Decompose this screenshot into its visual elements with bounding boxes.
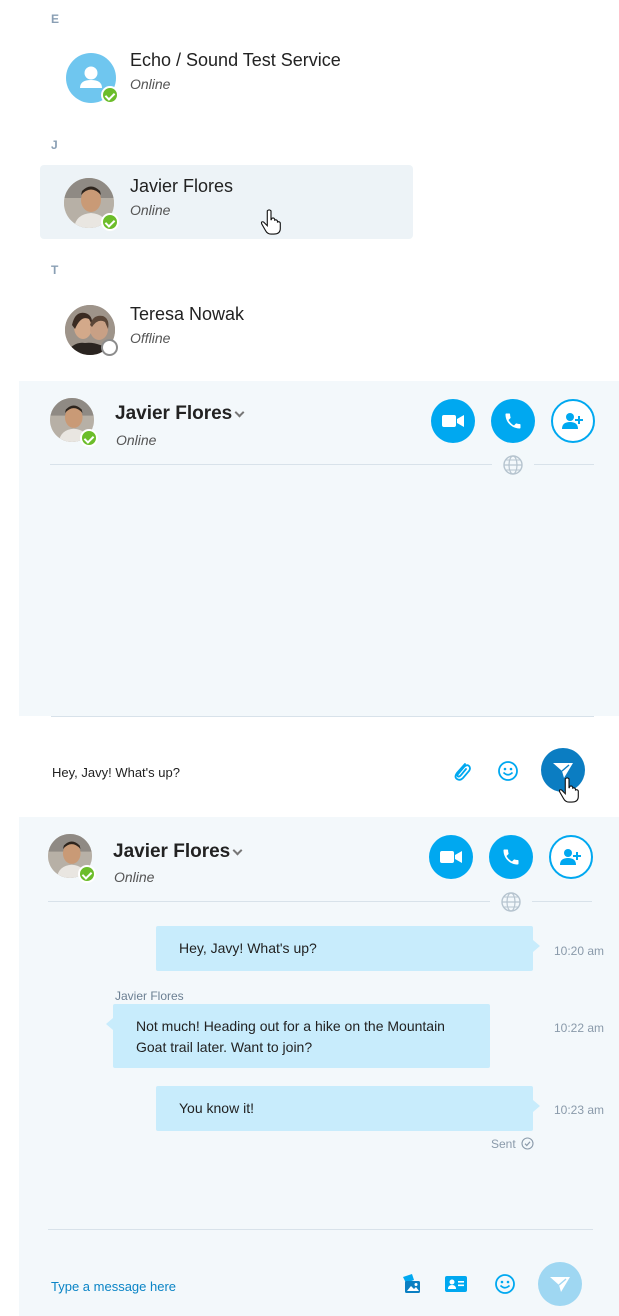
message-bubble-outgoing[interactable]: You know it! [156,1086,540,1131]
contact-name: Javier Flores [130,176,234,196]
message-text: Not much! Heading out for a hike on the … [136,1018,445,1055]
video-camera-icon [440,851,462,863]
sent-check-icon [521,1137,534,1150]
message-time: 10:23 am [554,1103,605,1117]
attach-file-button[interactable] [450,759,474,783]
add-people-button[interactable] [549,835,593,879]
paperclip-icon [454,763,471,781]
contact-item-teresa-nowak[interactable]: Teresa Nowak Offline [40,291,413,365]
emoji-button[interactable] [496,759,520,783]
chat-panel-composing: Javier Flores Online [19,381,619,716]
phone-icon [505,413,521,429]
message-time: 10:22 am [554,1021,605,1035]
contact-item-echo[interactable]: Echo / Sound Test Service Online [40,41,413,115]
add-person-icon [560,849,581,865]
audio-call-button[interactable] [491,399,535,443]
online-check-icon [101,213,119,231]
message-text: You know it! [179,1100,254,1116]
video-call-button[interactable] [431,399,475,443]
chevron-down-icon[interactable] [232,845,243,856]
compose-divider [48,1229,593,1230]
hand-pointer-icon [558,777,579,803]
phone-icon [503,849,519,865]
section-header-j: J [51,138,58,152]
send-icon [550,1277,570,1292]
section-header-t: T [51,263,59,277]
hand-pointer-icon [260,209,281,235]
online-check-icon [101,86,119,104]
image-share-icon [403,1274,420,1293]
chat-contact-name[interactable]: Javier Flores [113,841,230,863]
smiley-icon [498,761,518,781]
header-divider-left [48,901,490,902]
message-bubble-outgoing[interactable]: Hey, Javy! What's up? [156,926,540,971]
smiley-icon [495,1274,515,1294]
add-people-button[interactable] [551,399,595,443]
header-divider-right [534,464,594,465]
contact-status: Online [130,202,171,218]
message-input[interactable]: Hey, Javy! What's up? [52,765,180,780]
video-camera-icon [442,415,464,427]
share-contact-button[interactable] [444,1272,468,1296]
add-person-icon [562,413,583,429]
message-text: Hey, Javy! What's up? [179,940,317,956]
header-divider-left [50,464,492,465]
header-divider-right [532,901,592,902]
contact-card-icon [445,1276,467,1292]
section-header-e: E [51,12,60,26]
delivery-status: Sent [491,1137,534,1151]
message-bubble-incoming[interactable]: Not much! Heading out for a hike on the … [106,1004,490,1068]
contact-item-javier-flores[interactable]: Javier Flores Online [40,165,413,239]
contact-name: Teresa Nowak [130,304,245,324]
send-button[interactable] [538,1262,582,1306]
globe-icon[interactable] [502,454,524,476]
globe-icon[interactable] [500,891,522,913]
online-check-icon [80,429,98,447]
contact-name: Echo / Sound Test Service [130,50,341,70]
chat-contact-status: Online [116,432,157,448]
chat-contact-status: Online [114,869,155,885]
contact-status: Offline [130,330,171,346]
video-call-button[interactable] [429,835,473,879]
chat-contact-name[interactable]: Javier Flores [115,403,232,425]
contact-status: Online [130,76,171,92]
message-input[interactable]: Type a message here [51,1279,176,1294]
audio-call-button[interactable] [489,835,533,879]
emoji-button[interactable] [493,1272,517,1296]
compose-divider [51,716,594,717]
chat-panel-conversation: Javier Flores Online Hey, Javy! What's u… [19,817,619,1316]
message-time: 10:20 am [554,944,605,958]
online-check-icon [78,865,96,883]
delivery-status-text: Sent [491,1137,516,1151]
message-sender-name: Javier Flores [115,989,184,1003]
share-image-button[interactable] [399,1272,423,1296]
offline-ring-icon [101,339,118,356]
chevron-down-icon[interactable] [234,407,245,418]
